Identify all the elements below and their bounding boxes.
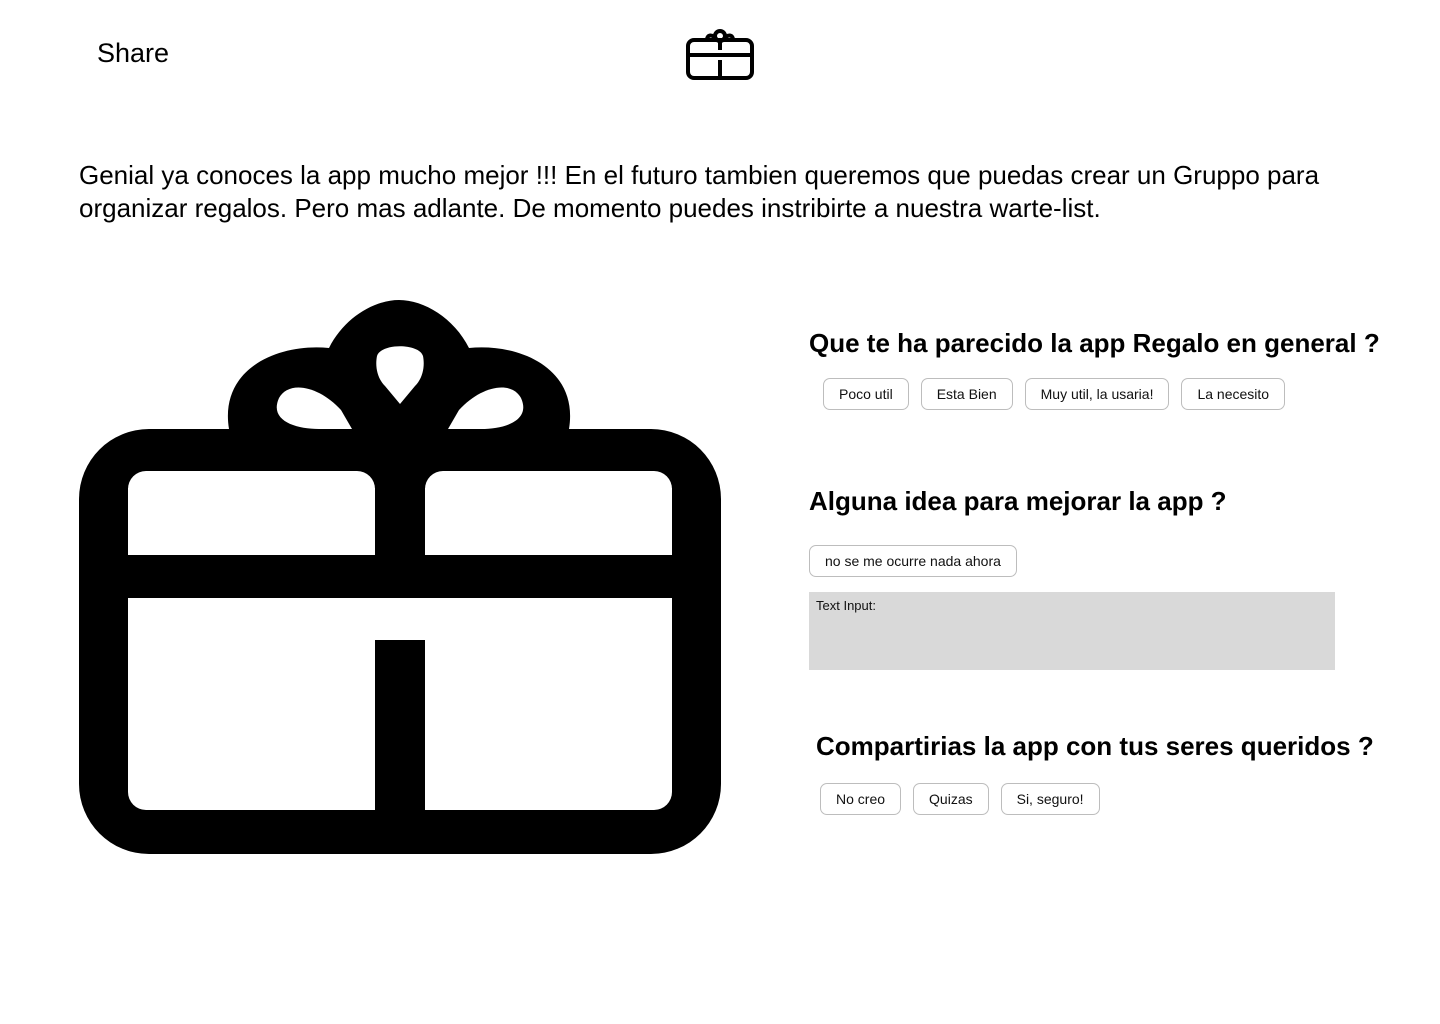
option-esta-bien-button[interactable]: Esta Bien: [920, 378, 1013, 410]
option-la-necesito-button[interactable]: La necesito: [1181, 378, 1286, 410]
overall-options: Poco util Esta Bien Muy util, la usaria!…: [823, 378, 1286, 410]
option-poco-util-button[interactable]: Poco util: [823, 378, 909, 410]
gift-icon: [79, 300, 721, 854]
text-input-label: Text Input:: [816, 598, 876, 613]
option-nothing-now-button[interactable]: no se me ocurre nada ahora: [809, 545, 1017, 577]
share-link[interactable]: Share: [97, 36, 169, 70]
question-share: Compartirias la app con tus seres querid…: [816, 731, 1374, 761]
improve-options: no se me ocurre nada ahora: [809, 545, 1017, 577]
option-quizas-button[interactable]: Quizas: [913, 783, 989, 815]
question-improve: Alguna idea para mejorar la app ?: [809, 486, 1227, 516]
page: Share Genial ya conoces la app mucho mej…: [0, 0, 1440, 1024]
option-no-creo-button[interactable]: No creo: [820, 783, 902, 815]
question-overall: Que te ha parecido la app Regalo en gene…: [809, 328, 1380, 358]
option-muy-util-button[interactable]: Muy util, la usaria!: [1024, 378, 1170, 410]
share-options: No creo Quizas Si, seguro!: [820, 783, 1100, 815]
improvement-text-input[interactable]: Text Input:: [809, 592, 1335, 670]
intro-text: Genial ya conoces la app mucho mejor !!!…: [79, 160, 1320, 223]
option-si-seguro-button[interactable]: Si, seguro!: [1000, 783, 1100, 815]
gift-icon[interactable]: [685, 28, 755, 82]
